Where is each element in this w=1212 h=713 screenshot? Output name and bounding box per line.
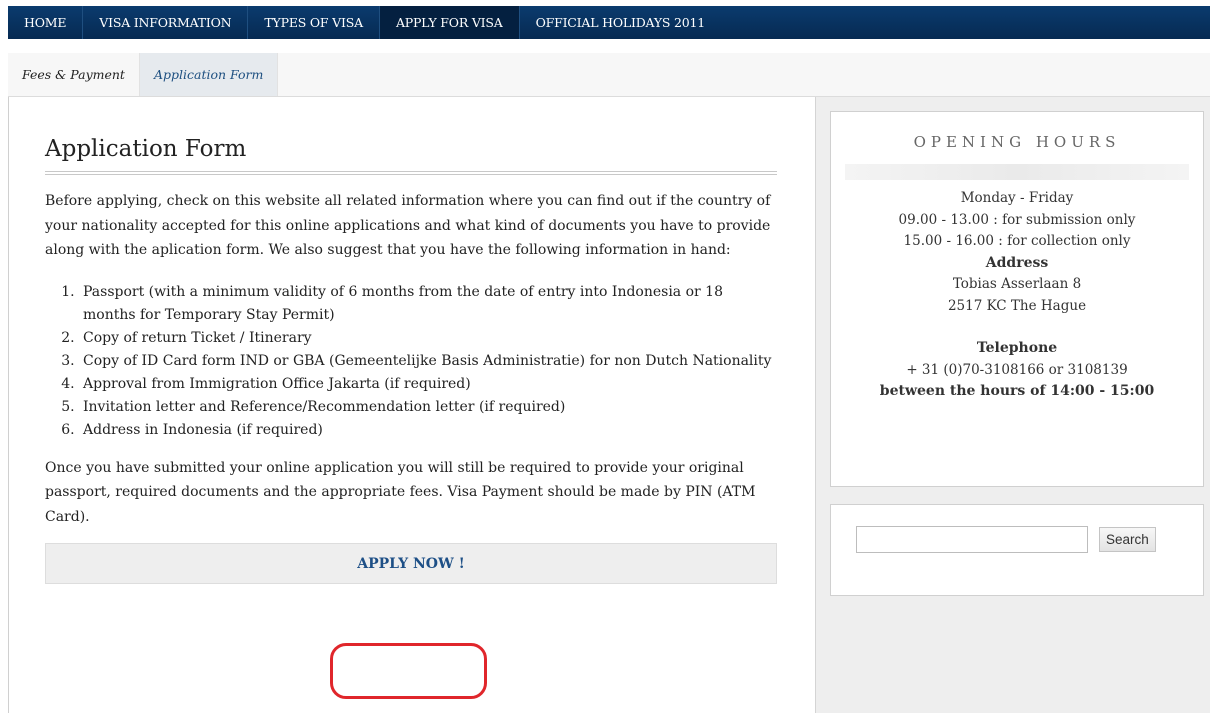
submission-hours: 09.00 - 13.00 : for submission only [898,211,1136,228]
address-heading: Address [985,254,1049,271]
nav-official-holidays[interactable]: OFFICIAL HOLIDAYS 2011 [520,6,721,39]
search-box: Search [830,504,1204,596]
collection-hours: 15.00 - 16.00 : for collection only [903,233,1131,249]
outro-paragraph: Once you have submitted your online appl… [45,459,756,525]
opening-hours-body: Monday - Friday 09.00 - 13.00 : for subm… [831,188,1203,403]
top-navigation: HOME VISA INFORMATION TYPES OF VISA APPL… [8,6,1210,39]
list-item: Copy of ID Card form IND or GBA (Gemeent… [79,350,777,373]
address-line-1: Tobias Asserlaan 8 [952,276,1082,292]
days-text: Monday - Friday [960,190,1074,206]
nav-types-of-visa[interactable]: TYPES OF VISA [248,6,380,39]
nav-visa-information[interactable]: VISA INFORMATION [83,6,249,39]
nav-apply-for-visa[interactable]: APPLY FOR VISA [379,6,520,39]
page-title: Application Form [45,136,247,162]
telephone-heading: Telephone [976,340,1058,356]
subnav-fees-payment[interactable]: Fees & Payment [8,53,140,96]
requirements-list: Passport (with a minimum validity of 6 m… [79,281,777,442]
sidebar: OPENING HOURS Monday - Friday 09.00 - 13… [815,97,1210,713]
opening-hours-title: OPENING HOURS [913,133,1121,151]
opening-hours-box: OPENING HOURS Monday - Friday 09.00 - 13… [830,111,1204,487]
phone-hours: between the hours of 14:00 - 15:00 [879,383,1155,399]
search-input[interactable] [856,526,1088,553]
list-item: Approval from Immigration Office Jakarta… [79,373,777,396]
nav-home[interactable]: HOME [8,6,84,39]
subnav-application-form[interactable]: Application Form [139,53,279,96]
highlight-circle [330,643,487,699]
title-divider [45,171,777,175]
intro-paragraph: Before applying, check on this website a… [45,193,771,258]
sub-navigation: Fees & Payment Application Form [8,53,1210,97]
search-button[interactable]: Search [1099,527,1156,552]
apply-bar: APPLY NOW ! [45,543,777,584]
content-border [8,97,9,713]
list-item: Passport (with a minimum validity of 6 m… [79,281,777,327]
telephone-number: + 31 (0)70-3108166 or 3108139 [906,361,1128,378]
list-item: Copy of return Ticket / Itinerary [79,327,777,350]
list-item: Address in Indonesia (if required) [79,419,777,442]
title-band [845,164,1189,180]
main-content: Application Form Before applying, check … [45,130,777,584]
list-item: Invitation letter and Reference/Recommen… [79,396,777,419]
address-line-2: 2517 KC The Hague [947,297,1087,314]
apply-now-link[interactable]: APPLY NOW ! [347,556,474,572]
